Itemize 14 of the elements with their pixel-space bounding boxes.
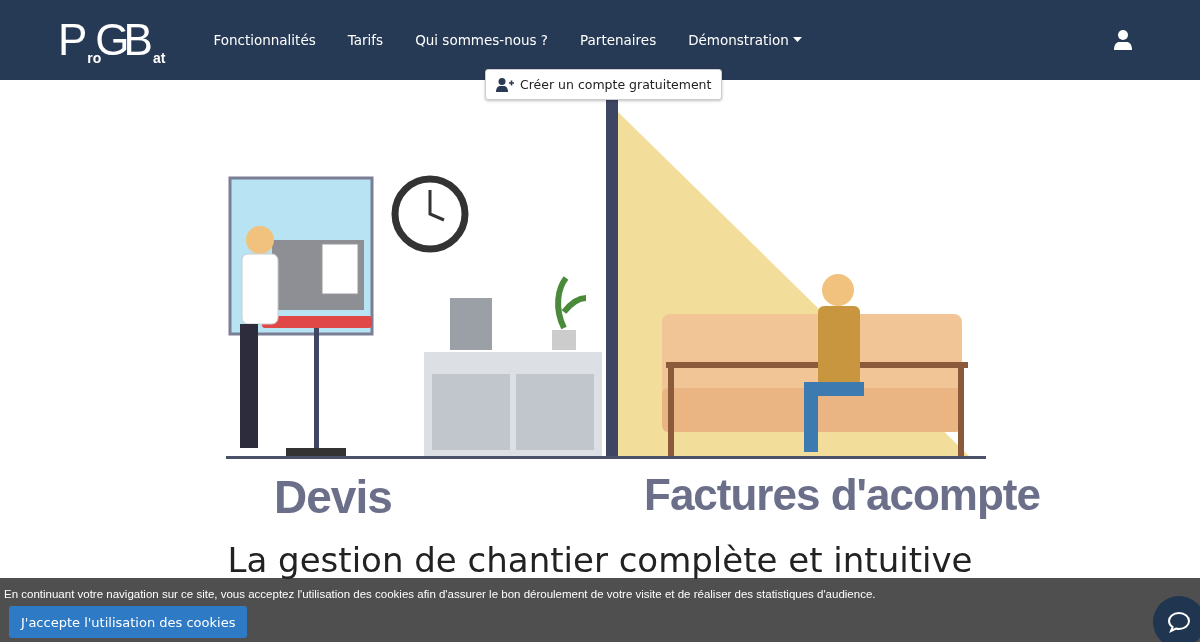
signup-button[interactable]: Créer un compte gratuitement: [485, 69, 723, 100]
nav-link[interactable]: Partenaires: [564, 32, 673, 48]
illustration-caption: Devis: [274, 470, 392, 524]
nav-link[interactable]: Tarifs: [331, 32, 400, 48]
nav-link[interactable]: Fonctionnalités: [197, 32, 332, 48]
page-heading: La gestion de chantier complète et intuitive: [227, 540, 973, 580]
nav-link[interactable]: Démonstration: [672, 32, 818, 48]
cookie-message: En continuant votre navigation sur ce site, vous acceptez l'utilisation des cookies afin d'assurer le bon déroulement de votre visite et de réaliser des statistiques d'audience.: [4, 588, 877, 600]
nav-link[interactable]: Qui sommes-nous ?: [399, 32, 565, 48]
chat-bubble-icon: [1167, 611, 1191, 633]
accept-cookies-button[interactable]: J'accepte l'utilisation des cookies: [9, 606, 248, 638]
illustration-caption: Factures d'acompte: [644, 470, 1040, 520]
user-icon[interactable]: [1114, 30, 1132, 50]
add-user-icon: [496, 77, 514, 92]
